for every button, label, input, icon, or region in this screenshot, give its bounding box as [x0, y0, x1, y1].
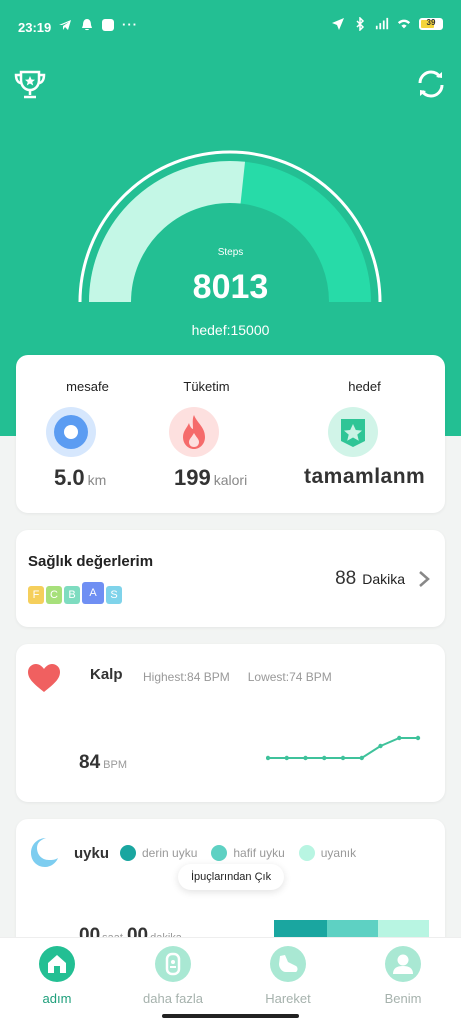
signal-icon [375, 17, 389, 30]
stat-calories[interactable]: Tüketim 199 kalori [159, 355, 302, 513]
user-icon [385, 946, 421, 982]
chevron-right-icon[interactable] [417, 569, 431, 589]
health-value: 88 Dakika [335, 568, 431, 590]
heart-unit: BPM [103, 759, 127, 771]
nav-item-me[interactable]: Benim [353, 946, 453, 1006]
grade-b: B [64, 586, 80, 604]
heart-range: Highest:84 BPM Lowest:74 BPM [143, 670, 332, 684]
steps-label: Steps [217, 247, 244, 258]
location-icon [332, 18, 344, 30]
heart-rate-point [340, 755, 346, 761]
sync-icon[interactable] [413, 66, 449, 102]
heart-rate-line [268, 737, 418, 759]
battery-level: 39 [426, 18, 436, 27]
trophy-icon[interactable] [12, 66, 48, 102]
nav-item-more[interactable]: daha fazla [123, 946, 223, 1006]
health-unit: Dakika [362, 571, 405, 587]
star-badge-icon [328, 407, 378, 457]
stat-value: 5.0 [54, 465, 85, 490]
location-pin-icon [46, 407, 96, 457]
more-icon [155, 946, 191, 982]
legend-label: uyanık [320, 846, 357, 860]
heart-title: Kalp [90, 666, 123, 683]
bell-icon [82, 18, 92, 30]
legend-deep: derin uyku [120, 845, 197, 861]
steps-goal: hedef:15000 [191, 322, 270, 338]
heart-rate-point [284, 755, 289, 761]
grade-s: S [106, 586, 122, 604]
heart-rate-point [378, 743, 383, 749]
status-bar: 23:19 ··· 39 [0, 0, 461, 50]
sleep-legend: derin uyku hafif uyku uyanık [120, 845, 356, 861]
battery-icon: 39 [419, 18, 443, 30]
stat-label: hedef [348, 379, 381, 394]
health-title: Sağlık değerlerim [28, 553, 154, 570]
legend-dot [120, 845, 136, 861]
bluetooth-icon [356, 17, 365, 31]
legend-light: hafif uyku [211, 845, 285, 861]
heart-icon [28, 664, 60, 692]
heart-rate-point [359, 755, 364, 761]
home-icon [39, 946, 75, 982]
heart-rate-point [415, 735, 421, 741]
grade-c: C [46, 586, 62, 604]
legend-label: hafif uyku [233, 846, 285, 860]
heart-card[interactable]: Kalp Highest:84 BPM Lowest:74 BPM 84 BPM [16, 644, 445, 802]
stat-goal[interactable]: hedef tamamlanm [302, 355, 445, 513]
nav-item-steps[interactable]: adım [7, 946, 107, 1006]
heart-rate-point [303, 755, 308, 761]
status-time: 23:19 [18, 20, 52, 35]
heart-rate-point [322, 755, 327, 761]
heart-rate: 84 BPM [79, 752, 127, 774]
moon-icon [31, 838, 58, 867]
heart-rate-chart [266, 735, 421, 761]
grade-f: F [28, 586, 44, 604]
home-indicator[interactable] [162, 1014, 299, 1018]
stat-label: Tüketim [183, 379, 230, 394]
wifi-icon [397, 19, 411, 29]
nav-item-activity[interactable]: Hareket [238, 946, 338, 1006]
nav-label: daha fazla [143, 991, 203, 1006]
legend-label: derin uyku [142, 846, 198, 860]
legend-dot [211, 845, 228, 861]
legend-awake: uyanık [298, 845, 357, 861]
heart-lowest: Lowest:74 BPM [247, 670, 332, 684]
health-grades: F C B A S [28, 582, 122, 604]
grade-a: A [82, 582, 104, 604]
health-minutes: 88 [335, 568, 357, 589]
nav-label: Benim [384, 991, 422, 1006]
more-status-icon: ··· [122, 17, 138, 32]
nav-label: adım [42, 991, 72, 1006]
heart-value: 84 [79, 752, 101, 773]
heart-highest: Highest:84 BPM [143, 670, 230, 684]
telegram-icon [59, 19, 71, 30]
nav-label: Hareket [265, 991, 311, 1006]
sleep-title: uyku [74, 845, 110, 862]
steps-value: 8013 [192, 268, 269, 306]
shoe-icon [270, 946, 306, 982]
heart-rate-point [266, 755, 271, 761]
stat-value: 199 [174, 465, 211, 490]
stats-card[interactable]: mesafe 5.0 km Tüketim 199 kalori hedef tam… [16, 355, 445, 513]
app-icon [102, 18, 114, 31]
stat-unit: km [87, 472, 107, 488]
heart-rate-point [397, 735, 402, 741]
exit-tips-tooltip[interactable]: İpuçlarından Çık [178, 864, 285, 890]
legend-dot [298, 845, 315, 861]
health-card[interactable]: Sağlık değerlerim F C B A S 88 Dakika [16, 530, 445, 627]
bottom-nav: adım daha fazla Hareket Benim [0, 937, 461, 1024]
stat-value: tamamlanm [304, 465, 426, 488]
flame-icon [169, 407, 219, 457]
stat-unit: kalori [213, 472, 248, 488]
